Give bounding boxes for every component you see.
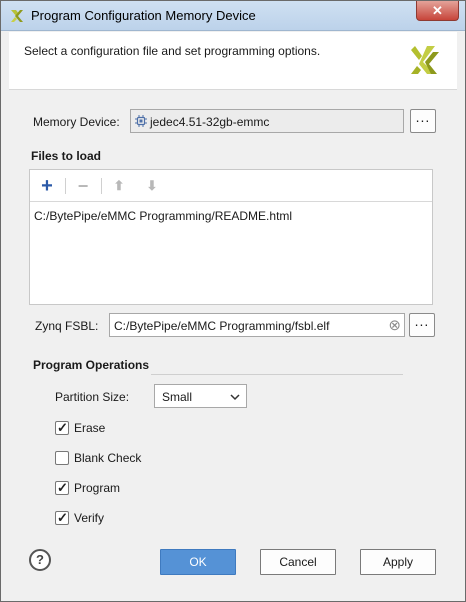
program-operations-title: Program Operations [33,358,150,372]
toolbar-separator [101,178,102,194]
zynq-fsbl-value: C:/BytePipe/eMMC Programming/fsbl.elf [114,319,330,333]
check-icon: ✓ [57,510,68,525]
move-down-button[interactable]: ⬇ [142,176,162,196]
cancel-button[interactable]: Cancel [260,549,336,575]
memory-device-field[interactable]: jedec4.51-32gb-emmc [130,109,404,133]
memory-device-browse-button[interactable]: ... [410,109,436,133]
chip-icon [135,115,147,127]
partition-size-select[interactable]: Small [154,384,247,408]
memory-device-value: jedec4.51-32gb-emmc [150,115,270,129]
program-label: Program [74,481,121,495]
clear-icon[interactable]: ⊗ [388,316,401,334]
zynq-fsbl-browse-button[interactable]: ... [409,313,435,337]
program-checkbox[interactable]: ✓ [55,480,69,495]
title-bar: Program Configuration Memory Device ✕ [1,1,465,31]
files-section-title: Files to load [31,149,102,163]
xilinx-logo-icon [411,46,439,74]
toolbar-separator [65,178,66,194]
partition-size-label: Partition Size: [55,390,130,404]
blank-check-checkbox[interactable] [55,451,69,465]
files-panel: + − ⬆ ⬇ C:/BytePipe/eMMC Programming/REA… [29,169,433,305]
help-button[interactable]: ? [29,549,51,571]
erase-label: Erase [74,421,106,435]
erase-checkbox[interactable]: ✓ [55,420,69,435]
check-icon: ✓ [57,420,68,435]
window-title: Program Configuration Memory Device [31,8,256,23]
close-button[interactable]: ✕ [416,1,459,21]
blank-check-label: Blank Check [74,451,142,465]
section-divider [151,374,403,375]
verify-checkbox[interactable]: ✓ [55,510,69,525]
remove-file-button[interactable]: − [73,176,93,196]
ok-button[interactable]: OK [160,549,236,575]
apply-button[interactable]: Apply [360,549,436,575]
program-config-dialog: Program Configuration Memory Device ✕ Se… [0,0,466,602]
add-file-button[interactable]: + [37,176,57,196]
zynq-fsbl-label: Zynq FSBL: [35,319,99,333]
dialog-header: Select a configuration file and set prog… [9,32,457,90]
zynq-fsbl-field[interactable]: C:/BytePipe/eMMC Programming/fsbl.elf ⊗ [109,313,405,337]
dialog-body: Memory Device: jedec4.51-32gb-emmc ... F… [9,91,457,595]
header-instruction: Select a configuration file and set prog… [24,44,321,58]
xilinx-logo-icon [11,10,23,22]
move-up-button[interactable]: ⬆ [109,176,129,196]
partition-size-value: Small [162,390,193,404]
chevron-down-icon [230,394,240,401]
verify-label: Verify [74,511,105,525]
file-list-item[interactable]: C:/BytePipe/eMMC Programming/README.html [34,209,292,223]
check-icon: ✓ [57,480,68,495]
memory-device-label: Memory Device: [33,115,120,129]
files-toolbar: + − ⬆ ⬇ [30,170,432,202]
